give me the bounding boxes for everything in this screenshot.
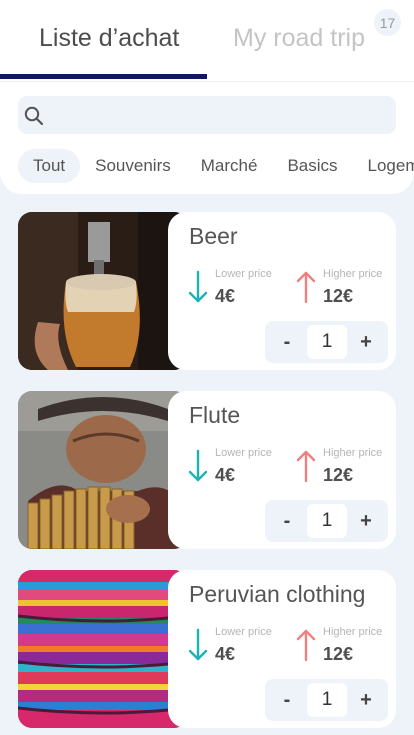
tab-road-trip[interactable]: My road trip	[233, 24, 365, 53]
decrement-button[interactable]: -	[267, 321, 307, 363]
quantity-value[interactable]: 1	[307, 504, 347, 538]
lower-price: Lower price 4€	[188, 266, 288, 306]
quantity-value[interactable]: 1	[307, 683, 347, 717]
increment-button[interactable]: +	[346, 679, 386, 721]
quantity-stepper: - 1 +	[265, 500, 388, 542]
higher-price: Higher price 12€	[296, 445, 396, 485]
lower-price: Lower price 4€	[188, 445, 288, 485]
higher-price: Higher price 12€	[296, 266, 396, 306]
increment-button[interactable]: +	[346, 500, 386, 542]
arrow-down-icon	[188, 628, 208, 661]
lower-price-label: Lower price	[215, 447, 272, 459]
lower-price-value: 4€	[215, 465, 236, 485]
arrow-down-icon	[188, 270, 208, 303]
lower-price-label: Lower price	[215, 268, 272, 280]
search-bar[interactable]	[18, 96, 396, 134]
category-filters: ToutSouvenirsMarchéBasicsLogement	[18, 149, 414, 183]
product-name: Peruvian clothing	[189, 581, 366, 607]
tab-shopping-list[interactable]: Liste d’achat	[39, 24, 179, 53]
product-card[interactable]: Flute Lower price 4€ Higher price 12€ - …	[18, 391, 396, 549]
count-badge: 17	[374, 9, 401, 36]
arrow-up-icon	[296, 629, 316, 662]
product-image-peruvian-clothing	[18, 570, 188, 728]
higher-price-label: Higher price	[323, 447, 383, 459]
product-info: Beer Lower price 4€ Higher price 12€ - 1…	[168, 212, 396, 370]
lower-price-label: Lower price	[215, 626, 272, 638]
decrement-button[interactable]: -	[267, 679, 307, 721]
higher-price-label: Higher price	[323, 626, 383, 638]
quantity-value[interactable]: 1	[307, 325, 347, 359]
higher-price-value: 12€	[323, 644, 354, 664]
increment-button[interactable]: +	[346, 321, 386, 363]
product-card[interactable]: Beer Lower price 4€ Higher price 12€ - 1…	[18, 212, 396, 370]
higher-price-label: Higher price	[323, 268, 383, 280]
quantity-stepper: - 1 +	[265, 321, 388, 363]
search-icon	[24, 106, 44, 126]
header-panel: Liste d’achat My road trip 17 Tout Souven…	[0, 0, 414, 194]
lower-price: Lower price 4€	[188, 624, 288, 664]
tab-bar: Liste d’achat My road trip 17	[0, 0, 414, 82]
product-image-flute	[18, 391, 188, 549]
lower-price-value: 4€	[215, 286, 236, 306]
arrow-up-icon	[296, 271, 316, 304]
quantity-stepper: - 1 +	[265, 679, 388, 721]
lower-price-value: 4€	[215, 644, 236, 664]
higher-price-value: 12€	[323, 465, 354, 485]
filter-chip-market[interactable]: Marché	[186, 149, 273, 183]
higher-price: Higher price 12€	[296, 624, 396, 664]
product-name: Flute	[189, 402, 241, 428]
filter-chip-basics[interactable]: Basics	[272, 149, 352, 183]
filter-chip-lodging[interactable]: Logement	[353, 149, 414, 183]
arrow-up-icon	[296, 450, 316, 483]
product-info: Peruvian clothing Lower price 4€ Higher …	[168, 570, 396, 728]
product-info: Flute Lower price 4€ Higher price 12€ - …	[168, 391, 396, 549]
product-name: Beer	[189, 223, 238, 249]
search-input[interactable]	[62, 96, 382, 134]
filter-chip-souvenirs[interactable]: Souvenirs	[80, 149, 186, 183]
decrement-button[interactable]: -	[267, 500, 307, 542]
higher-price-value: 12€	[323, 286, 354, 306]
product-image-beer	[18, 212, 188, 370]
filter-chip-all[interactable]: Tout	[18, 149, 81, 183]
arrow-down-icon	[188, 449, 208, 482]
active-tab-indicator	[0, 74, 207, 79]
product-card[interactable]: Peruvian clothing Lower price 4€ Higher …	[18, 570, 396, 728]
